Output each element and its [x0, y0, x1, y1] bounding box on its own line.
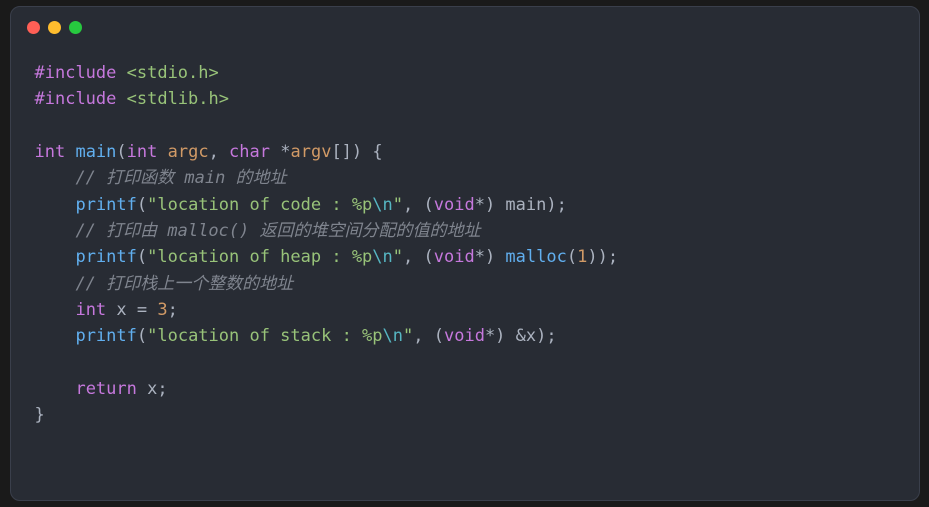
function-call: printf: [75, 195, 136, 215]
maximize-icon[interactable]: [69, 21, 82, 34]
paren: (: [567, 247, 577, 267]
semicolon: ;: [168, 300, 178, 320]
type-keyword: void: [444, 326, 485, 346]
indent: [35, 195, 76, 215]
number-literal: 3: [157, 300, 167, 320]
number-literal: 1: [577, 247, 587, 267]
function-call: printf: [75, 247, 136, 267]
code-editor[interactable]: #include <stdio.h> #include <stdlib.h> i…: [11, 40, 919, 449]
punct: , (: [413, 326, 444, 346]
punct: *) &x);: [485, 326, 557, 346]
string-literal: "location of heap : %p: [147, 247, 372, 267]
variable: x =: [106, 300, 157, 320]
string-literal: ": [393, 247, 403, 267]
brace: }: [35, 405, 45, 425]
code-window: #include <stdio.h> #include <stdlib.h> i…: [10, 6, 920, 501]
return-keyword: return: [75, 379, 136, 399]
function-call: printf: [75, 326, 136, 346]
header-literal: <stdlib.h>: [127, 89, 229, 109]
function-call: malloc: [505, 247, 566, 267]
type-keyword: void: [434, 247, 475, 267]
indent: [35, 247, 76, 267]
paren: (: [137, 195, 147, 215]
indent: [35, 379, 76, 399]
escape-sequence: \n: [372, 195, 392, 215]
window-titlebar: [11, 7, 919, 40]
brace: ) {: [352, 142, 383, 162]
punct: *) main);: [475, 195, 567, 215]
punct: ));: [587, 247, 618, 267]
minimize-icon[interactable]: [48, 21, 61, 34]
param-name: argc: [157, 142, 208, 162]
type-keyword: int: [75, 300, 106, 320]
header-literal: <stdio.h>: [127, 63, 219, 83]
type-keyword: void: [434, 195, 475, 215]
variable: x;: [137, 379, 168, 399]
string-literal: ": [393, 195, 403, 215]
preprocessor-keyword: #include: [35, 89, 127, 109]
escape-sequence: \n: [372, 247, 392, 267]
paren: (: [137, 326, 147, 346]
param-name: argv: [290, 142, 331, 162]
preprocessor-keyword: #include: [35, 63, 127, 83]
indent: [35, 326, 76, 346]
indent: [35, 300, 76, 320]
paren: (: [116, 142, 126, 162]
operator: *: [270, 142, 290, 162]
escape-sequence: \n: [383, 326, 403, 346]
comment: // 打印函数 main 的地址: [35, 168, 287, 188]
close-icon[interactable]: [27, 21, 40, 34]
brackets: []: [331, 142, 351, 162]
punct: *): [475, 247, 506, 267]
comment: // 打印由 malloc() 返回的堆空间分配的值的地址: [35, 221, 481, 241]
paren: (: [137, 247, 147, 267]
type-keyword: int: [35, 142, 66, 162]
punct: , (: [403, 247, 434, 267]
string-literal: "location of stack : %p: [147, 326, 382, 346]
comma: ,: [209, 142, 229, 162]
string-literal: ": [403, 326, 413, 346]
punct: , (: [403, 195, 434, 215]
string-literal: "location of code : %p: [147, 195, 372, 215]
function-name: main: [65, 142, 116, 162]
type-keyword: char: [229, 142, 270, 162]
type-keyword: int: [127, 142, 158, 162]
comment: // 打印栈上一个整数的地址: [35, 274, 294, 294]
